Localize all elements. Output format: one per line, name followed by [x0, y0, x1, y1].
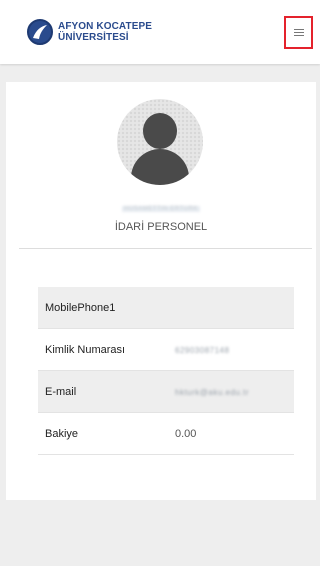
user-role: İDARİ PERSONEL [114, 221, 208, 233]
top-bar: AFYON KOCATEPE ÜNİVERSİTESİ [0, 0, 320, 64]
info-label: Kimlik Numarası [45, 343, 126, 356]
profile-card: HÜSAMETTİN ERTÜRK İDARİ PERSONEL MobileP… [6, 82, 316, 500]
info-label: Bakiye [45, 427, 79, 440]
info-row-mobile-phone: MobilePhone1 [38, 287, 294, 329]
logo-text: AFYON KOCATEPE ÜNİVERSİTESİ [58, 21, 152, 43]
info-row-bakiye: Bakiye 0.00 [38, 413, 294, 455]
info-value: hkturk@aku.edu.tr [175, 387, 249, 397]
info-row-kimlik: Kimlik Numarası 62903087148 [38, 329, 294, 371]
info-value: 62903087148 [175, 345, 230, 355]
logo-line-2: ÜNİVERSİTESİ [58, 32, 129, 43]
user-name: HÜSAMETTİN ERTÜRK [122, 206, 200, 212]
user-silhouette-icon [143, 113, 177, 149]
avatar [117, 99, 203, 185]
logo-emblem-icon [27, 19, 53, 45]
hamburger-icon [293, 27, 304, 38]
info-label: MobilePhone1 [45, 301, 116, 314]
info-table: MobilePhone1 Kimlik Numarası 62903087148… [38, 287, 294, 455]
info-row-email: E-mail hkturk@aku.edu.tr [38, 371, 294, 413]
divider [19, 248, 312, 249]
info-label: E-mail [45, 385, 77, 398]
info-value: 0.00 [175, 427, 197, 440]
university-logo[interactable]: AFYON KOCATEPE ÜNİVERSİTESİ [27, 19, 152, 45]
menu-button[interactable] [284, 16, 313, 49]
logo-line-1: AFYON KOCATEPE [58, 21, 152, 32]
